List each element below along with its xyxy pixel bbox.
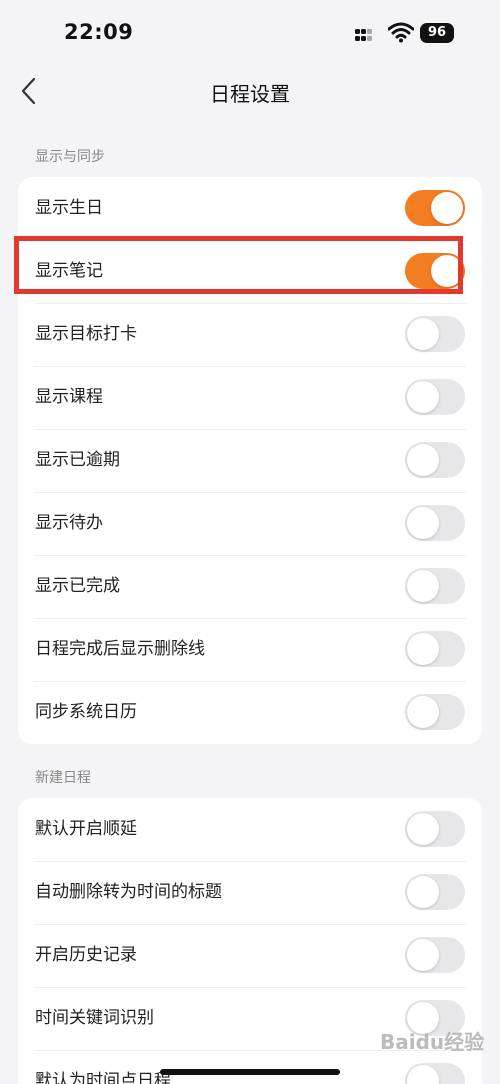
setting-label: 自动删除转为时间的标题	[35, 882, 222, 902]
setting-label: 显示课程	[35, 387, 103, 407]
toggle-switch[interactable]	[405, 442, 465, 478]
setting-row-default-time-point: 默认为时间点日程	[18, 1050, 482, 1084]
setting-label: 默认开启顺延	[35, 819, 137, 839]
toggle-switch[interactable]	[405, 694, 465, 730]
watermark-logo: Baidu经验	[380, 1030, 485, 1054]
setting-row-show-goal-checkin: 显示目标打卡	[18, 303, 482, 366]
toggle-knob	[407, 318, 439, 350]
display-sync-card: 显示生日 显示笔记 显示目标打卡 显示课程 显示已逾期 显示待办 显示已完成 日…	[18, 177, 482, 744]
toggle-knob	[407, 507, 439, 539]
toggle-knob	[431, 192, 463, 224]
setting-row-show-birthday: 显示生日	[18, 177, 482, 240]
toggle-knob	[407, 633, 439, 665]
setting-row-sync-system-calendar: 同步系统日历	[18, 681, 482, 744]
setting-row-auto-delete-time-title: 自动删除转为时间的标题	[18, 861, 482, 924]
toggle-knob	[407, 381, 439, 413]
status-time: 22:09	[64, 20, 134, 44]
toggle-knob	[431, 255, 463, 287]
toggle-knob	[407, 813, 439, 845]
setting-label: 时间关键词识别	[35, 1008, 154, 1028]
toggle-switch[interactable]	[405, 316, 465, 352]
toggle-switch[interactable]	[405, 811, 465, 847]
section-label-display-sync: 显示与同步	[35, 149, 105, 165]
toggle-switch[interactable]	[405, 874, 465, 910]
setting-row-show-completed: 显示已完成	[18, 555, 482, 618]
setting-row-show-overdue: 显示已逾期	[18, 429, 482, 492]
nav-bar: 日程设置	[0, 66, 500, 116]
setting-label: 开启历史记录	[35, 945, 137, 965]
toggle-knob	[407, 696, 439, 728]
setting-label: 默认为时间点日程	[35, 1071, 171, 1084]
screen: 22:09 96 日程设置 显示与同步 显示生日 显示笔记 显示目标打卡 显示课…	[0, 0, 500, 1084]
setting-label: 显示目标打卡	[35, 324, 137, 344]
setting-label: 同步系统日历	[35, 702, 137, 722]
setting-row-strikethrough: 日程完成后显示删除线	[18, 618, 482, 681]
setting-row-show-todo: 显示待办	[18, 492, 482, 555]
home-indicator[interactable]	[160, 1069, 340, 1075]
toggle-knob	[407, 1065, 439, 1084]
setting-label: 显示已逾期	[35, 450, 120, 470]
setting-row-show-notes: 显示笔记	[18, 240, 482, 303]
toggle-switch[interactable]	[405, 190, 465, 226]
toggle-switch[interactable]	[405, 379, 465, 415]
cellular-signal-icon	[355, 26, 379, 42]
toggle-knob	[407, 570, 439, 602]
setting-label: 显示已完成	[35, 576, 120, 596]
setting-row-show-courses: 显示课程	[18, 366, 482, 429]
toggle-knob	[407, 444, 439, 476]
setting-row-history: 开启历史记录	[18, 924, 482, 987]
section-label-new-schedule: 新建日程	[35, 770, 91, 786]
setting-label: 日程完成后显示删除线	[35, 639, 205, 659]
toggle-switch[interactable]	[405, 937, 465, 973]
setting-label: 显示笔记	[35, 261, 103, 281]
toggle-knob	[407, 876, 439, 908]
toggle-switch[interactable]	[405, 505, 465, 541]
wifi-icon	[388, 22, 414, 43]
toggle-knob	[407, 939, 439, 971]
setting-label: 显示待办	[35, 513, 103, 533]
status-bar: 22:09 96	[0, 0, 500, 66]
setting-row-default-postpone: 默认开启顺延	[18, 798, 482, 861]
toggle-switch[interactable]	[405, 568, 465, 604]
page-title: 日程设置	[210, 82, 290, 106]
toggle-switch[interactable]	[405, 1063, 465, 1084]
toggle-switch[interactable]	[405, 253, 465, 289]
setting-label: 显示生日	[35, 198, 103, 218]
toggle-switch[interactable]	[405, 631, 465, 667]
battery-icon: 96	[420, 23, 454, 43]
